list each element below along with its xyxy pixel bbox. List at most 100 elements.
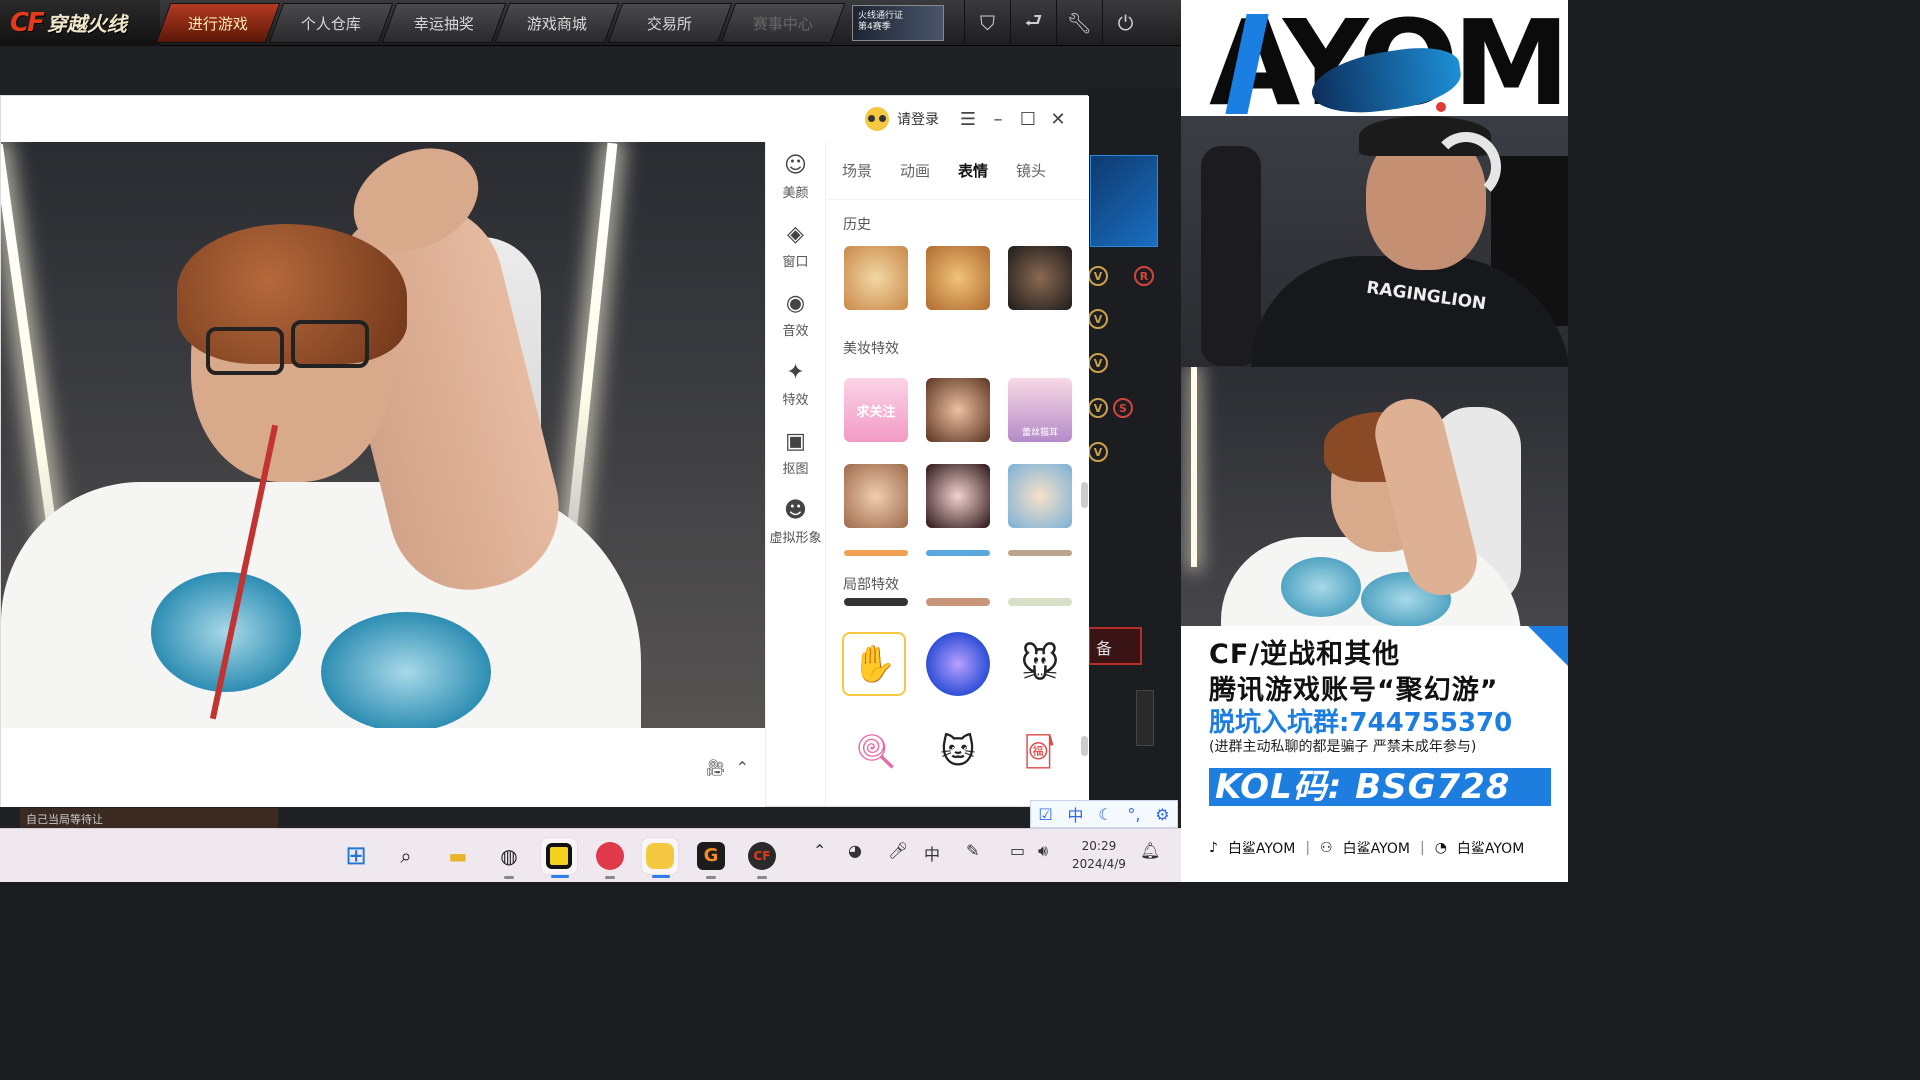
- local-thumb-partial[interactable]: [844, 598, 908, 606]
- taskbar: ⊞ ⌕ ▬ ◍ G CF ⌃ ◕ 🎤︎ 中 ✎ ▭ 🔊︎ 20:29 2024/…: [0, 828, 1181, 882]
- game-tab-play[interactable]: 进行游戏: [155, 2, 281, 43]
- makeup-thumb-cat-ears[interactable]: 蕾丝猫耳: [1008, 378, 1072, 442]
- local-thumb-partial[interactable]: [926, 598, 990, 606]
- camera-icon[interactable]: 🎥︎: [705, 758, 725, 777]
- brand-header: AYOM: [1181, 0, 1568, 116]
- gear-icon[interactable]: ⚙: [1155, 805, 1169, 824]
- camera-preview: [1, 142, 765, 728]
- microphone-icon[interactable]: 🎤︎: [888, 841, 908, 860]
- social-handle-douyin: 白鲨AYOM: [1227, 841, 1296, 857]
- power-icon[interactable]: ⏻: [1102, 0, 1148, 46]
- tertiary-camera: [1181, 367, 1568, 626]
- game-scrollbar[interactable]: [1136, 690, 1154, 746]
- camera-bottom-bar: 🎥︎ ⌃: [1, 728, 765, 807]
- makeup-thumb-portrait[interactable]: [926, 378, 990, 442]
- sidebar-item-effects[interactable]: ✦ 特效: [766, 349, 825, 418]
- shirt-flower-print: [151, 572, 301, 692]
- clock-date: 2024/4/9: [1072, 857, 1126, 871]
- camera-app-icon[interactable]: [641, 837, 679, 878]
- tab-animation[interactable]: 动画: [900, 160, 930, 181]
- local-thumb-blue-rose[interactable]: [926, 632, 990, 696]
- game-tab-store[interactable]: 游戏商城: [494, 2, 620, 43]
- cutout-icon: ▣: [785, 428, 806, 454]
- sidebar-item-beauty[interactable]: ☺ 美颜: [766, 142, 825, 211]
- makeup-thumb-bear[interactable]: [844, 464, 908, 528]
- makeup-thumb-partial[interactable]: [844, 550, 908, 556]
- avatar-icon: ☻: [784, 497, 807, 523]
- game-tab-label: 游戏商城: [526, 14, 587, 32]
- mascot-avatar-icon: [865, 107, 889, 131]
- makeup-thumb-bunny[interactable]: [926, 464, 990, 528]
- ime-check-icon[interactable]: ☑: [1038, 805, 1052, 824]
- divider: |: [1419, 840, 1425, 856]
- menu-icon[interactable]: ☰: [953, 109, 983, 130]
- camera-app-window: 请登录 ☰ – ☐ ✕ 🎥︎ ⌃ ☺ 美颜 ◈ 窗口 ◉ 音效 ✦ 特效 ▣ 抠…: [0, 95, 1089, 807]
- windows-start-icon[interactable]: ⊞: [337, 837, 375, 875]
- network-icon[interactable]: ▭: [1010, 841, 1025, 860]
- tab-expression[interactable]: 表情: [958, 160, 988, 181]
- netease-music-icon[interactable]: [591, 837, 629, 879]
- shirt-flower-print: [321, 612, 491, 728]
- game-tab-exchange[interactable]: 交易所: [607, 2, 733, 43]
- sidebar-item-window[interactable]: ◈ 窗口: [766, 211, 825, 280]
- makeup-thumb-partial[interactable]: [926, 550, 990, 556]
- tab-scene[interactable]: 场景: [842, 160, 872, 181]
- panel-scrollbar[interactable]: [1081, 736, 1088, 756]
- crossfire-icon[interactable]: CF: [743, 837, 781, 879]
- maximize-icon[interactable]: ☐: [1013, 109, 1043, 130]
- rank-badge: R: [1134, 266, 1154, 286]
- volume-icon[interactable]: 🔊︎: [1038, 841, 1048, 861]
- local-thumb-pig-hand[interactable]: ✋: [842, 632, 906, 696]
- history-thumb-cat[interactable]: [844, 246, 908, 310]
- wrench-icon[interactable]: 🔧︎: [1056, 0, 1102, 46]
- section-local-effects: 局部特效: [843, 577, 899, 593]
- sidebar-item-cutout[interactable]: ▣ 抠图: [766, 418, 825, 487]
- game-tab-lottery[interactable]: 幸运抽奖: [381, 2, 507, 43]
- history-thumb-dog[interactable]: [926, 246, 990, 310]
- game-tab-inventory[interactable]: 个人仓库: [268, 2, 394, 43]
- camera-app-tray-icon[interactable]: ◕: [848, 841, 862, 860]
- game-tab-events[interactable]: 赛事中心: [720, 2, 846, 43]
- moon-icon[interactable]: ☾: [1098, 805, 1112, 824]
- makeup-thumb-follow[interactable]: 求关注: [844, 378, 908, 442]
- sidebar-item-audio[interactable]: ◉ 音效: [766, 280, 825, 349]
- folder-icon[interactable]: ▬: [439, 837, 477, 875]
- chevron-up-icon[interactable]: ⌃: [813, 841, 826, 860]
- local-thumb-mouse[interactable]: 🐭︎: [1008, 632, 1072, 696]
- game-tab-label: 交易所: [647, 14, 693, 32]
- search-icon[interactable]: ⌕: [387, 837, 425, 875]
- chevron-up-icon[interactable]: ⌃: [736, 758, 749, 777]
- history-thumb-avatar[interactable]: [1008, 246, 1072, 310]
- game-launcher-icon[interactable]: G: [692, 837, 730, 879]
- sidebar-item-avatar[interactable]: ☻ 虚拟形象: [766, 487, 825, 556]
- minimize-icon[interactable]: –: [983, 109, 1013, 130]
- local-thumb-partial[interactable]: [1008, 598, 1072, 606]
- local-thumb-red-envelope[interactable]: 🧧︎: [1008, 720, 1072, 784]
- panel-scrollbar[interactable]: [1081, 482, 1088, 508]
- section-makeup: 美妆特效: [843, 341, 899, 357]
- notification-bell-icon[interactable]: 🔔︎: [1140, 841, 1160, 860]
- local-thumb-lollipop[interactable]: 🍭︎: [844, 720, 908, 784]
- login-button[interactable]: 请登录: [865, 107, 939, 131]
- close-icon[interactable]: ✕: [1043, 109, 1073, 130]
- ready-button[interactable]: 备: [1088, 627, 1142, 665]
- game-tab-label: 赛事中心: [752, 14, 813, 32]
- exit-room-icon[interactable]: ⮐: [1010, 0, 1056, 46]
- clock[interactable]: 20:29 2024/4/9: [1072, 837, 1126, 873]
- makeup-thumb-doll[interactable]: [1008, 464, 1072, 528]
- local-thumb-black-cat[interactable]: 🐱︎: [926, 720, 990, 784]
- obs-icon[interactable]: ◍: [490, 837, 528, 879]
- punctuation-icon[interactable]: °,: [1127, 805, 1140, 824]
- makeup-thumb-partial[interactable]: [1008, 550, 1072, 556]
- ime-lang-toggle[interactable]: 中: [1067, 802, 1083, 826]
- tray-lang[interactable]: 中: [924, 841, 940, 865]
- tab-lens[interactable]: 镜头: [1016, 160, 1046, 181]
- streaming-app-icon[interactable]: [540, 837, 578, 878]
- kuaishou-icon: ⚇: [1320, 840, 1333, 856]
- battle-pass-banner[interactable]: 火线通行证 第4赛季: [852, 4, 944, 41]
- cf-logo-mark: CF: [10, 7, 45, 38]
- divider: |: [1305, 840, 1311, 856]
- pen-icon[interactable]: ✎: [966, 841, 979, 860]
- shield-icon[interactable]: ⛉: [964, 0, 1010, 46]
- beauty-face-icon: ☺: [784, 152, 807, 178]
